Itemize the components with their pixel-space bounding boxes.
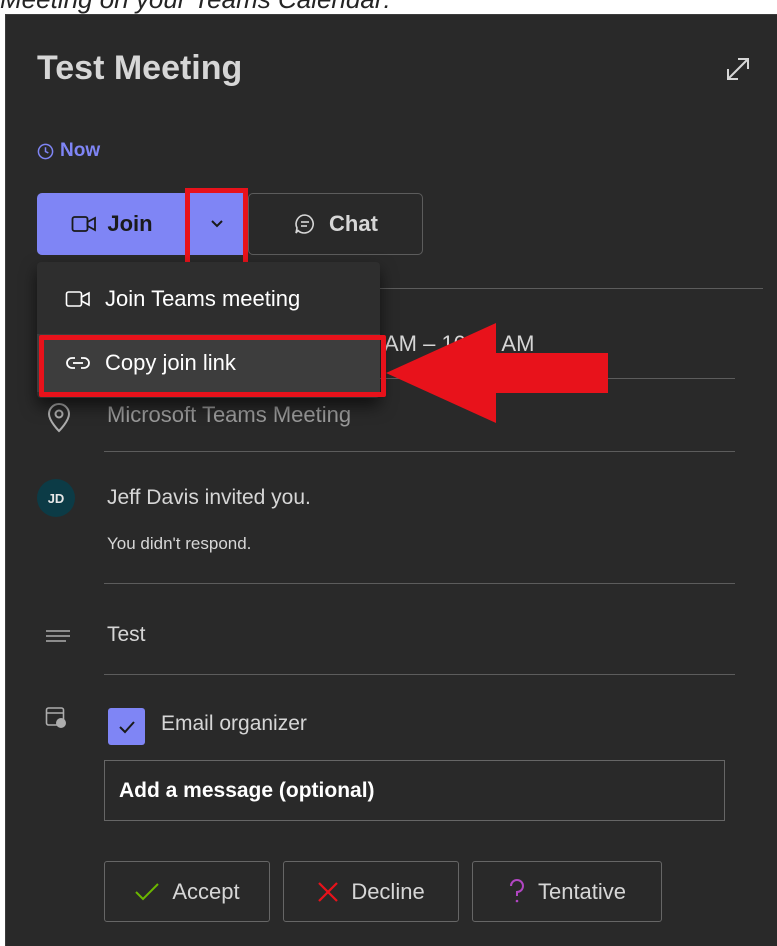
divider (104, 583, 735, 584)
checkmark-icon (135, 882, 160, 900)
time-status-label: Now (60, 140, 101, 161)
meeting-time-status: Now (37, 140, 100, 162)
accept-button-label: Accept (172, 878, 240, 904)
meeting-title: Test Meeting (37, 49, 243, 87)
rsvp-message-input[interactable] (104, 760, 725, 821)
location-pin-icon (47, 403, 71, 433)
decline-button[interactable]: Decline (283, 861, 459, 922)
caret-highlight-box (185, 188, 248, 268)
chat-button[interactable]: Chat (248, 193, 423, 255)
notes-lines-icon (46, 630, 70, 642)
calendar-reply-icon (45, 707, 66, 728)
join-button-label: Join (107, 211, 153, 236)
meeting-location: Microsoft Teams Meeting (107, 402, 352, 427)
organizer-invite-text: Jeff Davis invited you. (107, 486, 311, 509)
copy-link-highlight-box (39, 335, 386, 397)
email-organizer-label: Email organizer (161, 712, 307, 735)
clock-icon (37, 143, 54, 159)
chat-bubble-icon (295, 214, 314, 234)
video-camera-icon (65, 291, 90, 307)
chat-button-label: Chat (329, 211, 378, 236)
expand-icon[interactable] (722, 53, 754, 85)
response-status: You didn't respond. (107, 534, 252, 553)
x-icon (318, 881, 339, 902)
avatar: JD (37, 479, 75, 517)
meeting-notes: Test (107, 623, 146, 646)
tentative-button[interactable]: Tentative (472, 861, 662, 922)
checkmark-icon (118, 720, 135, 733)
accept-button[interactable]: Accept (104, 861, 270, 922)
tentative-button-label: Tentative (537, 878, 627, 904)
decline-button-label: Decline (351, 878, 425, 904)
email-organizer-checkbox[interactable] (108, 708, 145, 745)
divider (104, 674, 735, 675)
video-camera-icon (71, 216, 97, 232)
divider (104, 451, 735, 452)
meeting-details-panel: Test Meeting Now Join Chat AM – AM Micro… (5, 14, 777, 946)
page-caption: Meeting on your Teams Calendar: (0, 0, 777, 14)
menu-item-join-teams-meeting[interactable]: Join Teams meeting (37, 270, 380, 328)
question-mark-icon (509, 878, 524, 902)
menu-item-label: Join Teams meeting (105, 286, 301, 311)
red-arrow-annotation (386, 323, 608, 423)
divider (380, 288, 763, 289)
join-button[interactable]: Join (37, 193, 187, 255)
